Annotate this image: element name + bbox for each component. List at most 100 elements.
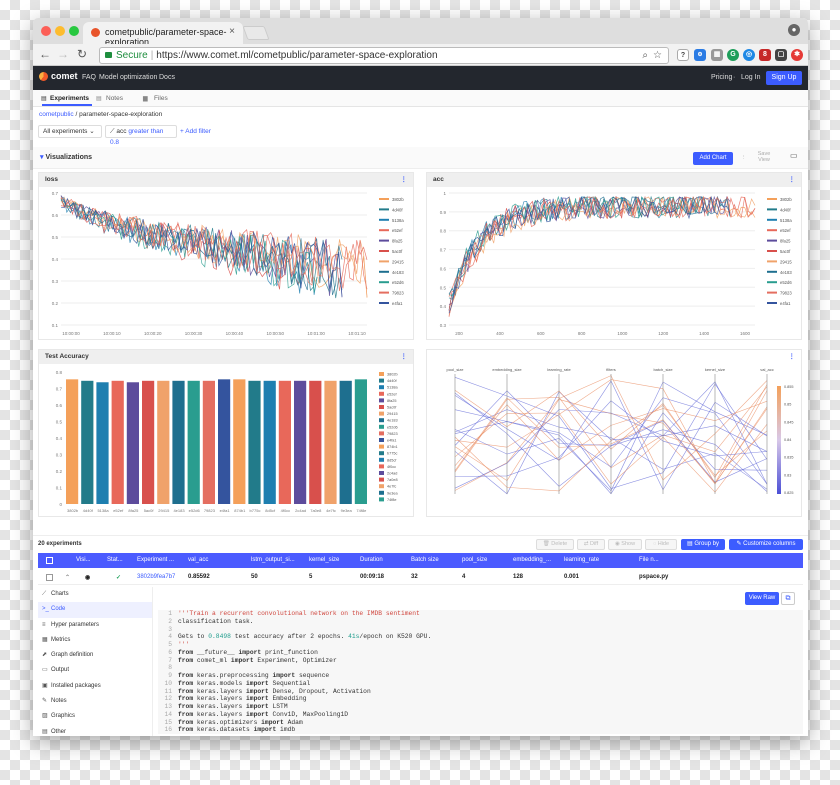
cell-kernel: 5	[309, 574, 313, 580]
x-tick-label: 10:00:40	[226, 331, 244, 336]
column-duration[interactable]: Duration	[360, 557, 383, 563]
extension-icon[interactable]: ✱	[791, 49, 803, 61]
column-pool-size[interactable]: pool_size	[462, 557, 487, 563]
x-tick-label: e52d6	[189, 508, 201, 513]
extension-icon[interactable]: ?	[677, 49, 689, 61]
collapse-row-icon[interactable]: ⌃	[65, 574, 70, 581]
back-arrow-icon[interactable]: ←	[39, 47, 51, 61]
sidebar-item-graph-definition[interactable]: ⬈ Graph definition	[38, 648, 152, 663]
delete-button[interactable]: 🗑 Delete	[536, 539, 574, 550]
code-line: 12 from keras.layers import Embedding	[158, 695, 803, 703]
nav-pricing[interactable]: Pricing	[711, 74, 732, 81]
sidebar-item-graphics[interactable]: ▨ Graphics	[38, 709, 152, 724]
keyboard-icon[interactable]: ▭	[790, 152, 798, 160]
address-bar[interactable]: Secure | https://www.comet.ml/cometpublic/…	[99, 47, 669, 64]
panel-menu-icon[interactable]: ⋮	[789, 173, 796, 187]
table-row[interactable]: ⌃ ◉ ✓ 3802b9fea7b7 0.85592 50 5 00:09:18…	[38, 569, 803, 585]
column-visibility[interactable]: Visi...	[76, 557, 91, 563]
grammarly-icon[interactable]: G	[727, 49, 739, 61]
column-lstm-output[interactable]: lstm_output_si...	[251, 557, 295, 563]
cell-batch: 32	[411, 574, 418, 580]
tab-files[interactable]: Files	[154, 95, 168, 102]
metric-filter-chip[interactable]: ⟋ acc greater than 0.8	[105, 125, 177, 146]
extension-icon[interactable]: ꙩ	[694, 49, 706, 61]
sidebar-item-output[interactable]: ▭ Output	[38, 663, 152, 678]
sidebar-item-metrics[interactable]: ▦ Metrics	[38, 633, 152, 648]
code-text: from keras.layers import Embedding	[178, 695, 307, 703]
bookmark-star-icon[interactable]: ☆	[653, 48, 662, 63]
sidebar-item-installed-packages[interactable]: ▣ Installed packages	[38, 679, 152, 694]
zoom-icon[interactable]: ⌕	[642, 48, 648, 63]
legend-label: 5ac0f	[387, 406, 397, 410]
column-batch-size[interactable]: Batch size	[411, 557, 439, 563]
visualizations-title[interactable]: ▾ Visualizations	[40, 153, 92, 161]
add-chart-button[interactable]: Add Chart	[693, 152, 733, 165]
legend-label: 4f0cc	[387, 465, 396, 469]
column-file-name[interactable]: File n...	[639, 557, 659, 563]
show-button[interactable]: ◉ Show	[608, 539, 642, 550]
tab-notes[interactable]: Notes	[106, 95, 123, 102]
eye-icon[interactable]: ◉	[85, 574, 90, 581]
test-accuracy-chart-panel: Test Accuracy ⋮ 0.8 0.7 0.6 0.5 0.4 0.3 0.2 0.1 0…	[38, 349, 414, 517]
nav-docs[interactable]: Docs	[159, 74, 175, 81]
sidebar-item-notes[interactable]: ✎ Notes	[38, 694, 152, 709]
copy-icon[interactable]: ⧉	[781, 592, 795, 605]
view-raw-button[interactable]: View Raw	[745, 592, 779, 605]
experiment-key-link[interactable]: 3802b9fea7b7	[137, 574, 175, 580]
column-kernel-size[interactable]: kernel_size	[309, 557, 339, 563]
legend-label: 8d5cf	[387, 458, 397, 462]
legend-swatch	[379, 438, 384, 442]
experiments-filter-dropdown[interactable]: All experiments ⌄	[38, 125, 102, 138]
extension-icon[interactable]: 8	[759, 49, 771, 61]
breadcrumb-workspace[interactable]: cometpublic	[39, 111, 74, 118]
column-status[interactable]: Stat...	[107, 557, 123, 563]
nav-model-optimization[interactable]: Model optimization	[99, 74, 157, 81]
line-number: 9	[168, 672, 172, 679]
y-tick-label: 0	[59, 502, 62, 507]
series-line	[448, 195, 706, 312]
select-all-checkbox[interactable]	[46, 557, 53, 564]
legend-swatch	[379, 391, 384, 396]
extension-icon[interactable]: ▦	[711, 49, 723, 61]
column-val-acc[interactable]: val_acc	[188, 557, 208, 563]
new-tab-button[interactable]	[242, 26, 270, 40]
column-learning-rate[interactable]: learning_rate	[564, 557, 599, 563]
legend-label: 8fa25	[780, 239, 791, 244]
panel-menu-icon[interactable]: ⋮	[401, 173, 408, 187]
save-view-button[interactable]: Save View	[755, 151, 773, 163]
nav-login[interactable]: Log In	[741, 74, 760, 81]
column-embedding[interactable]: embedding_...	[513, 557, 551, 563]
close-window-button[interactable]	[41, 26, 51, 36]
y-tick-label: 0.3	[56, 453, 63, 458]
bar	[187, 380, 200, 504]
customize-columns-button[interactable]: ✎ Customize columns	[729, 539, 803, 550]
code-text: from comet_ml import Experiment, Optimiz…	[178, 656, 337, 664]
x-tick-label: b775c	[250, 508, 261, 513]
profile-icon[interactable]: ●	[788, 24, 800, 36]
row-checkbox[interactable]	[46, 574, 53, 581]
maximize-window-button[interactable]	[69, 26, 79, 36]
extension-icon[interactable]: ▢	[775, 49, 787, 61]
minimize-window-button[interactable]	[55, 26, 65, 36]
panel-menu-icon[interactable]: ⋮	[401, 350, 408, 364]
add-filter-link[interactable]: + Add filter	[180, 128, 211, 135]
reload-icon[interactable]: ↻	[77, 47, 87, 61]
diff-button[interactable]: ⇄ Diff	[577, 539, 605, 550]
sidebar-item-charts[interactable]: ⟋ Charts	[38, 587, 152, 602]
nav-faq[interactable]: FAQ	[82, 74, 96, 81]
comet-logo[interactable]: comet	[39, 71, 78, 82]
comet-favicon-icon	[91, 28, 100, 37]
sidebar-item-code[interactable]: >_ Code	[38, 602, 152, 618]
signup-button[interactable]: Sign Up	[766, 71, 802, 85]
group-by-button[interactable]: ▤ Group by	[681, 539, 725, 550]
sidebar-item-other[interactable]: ▤ Other	[38, 725, 152, 736]
column-experiment[interactable]: Experiment ...	[137, 557, 174, 563]
browser-tab[interactable]: cometpublic/parameter-space-exploration ×	[83, 22, 243, 47]
sidebar-item-hyper-parameters[interactable]: ≡ Hyper parameters	[38, 618, 152, 633]
panel-menu-icon[interactable]: ⋮	[789, 350, 796, 364]
extension-icon[interactable]: ◎	[743, 49, 755, 61]
close-tab-icon[interactable]: ×	[229, 26, 235, 37]
forward-arrow-icon[interactable]: →	[57, 47, 69, 61]
tab-experiments[interactable]: Experiments	[41, 95, 93, 106]
hide-button[interactable]: ◌ Hide	[645, 539, 677, 550]
